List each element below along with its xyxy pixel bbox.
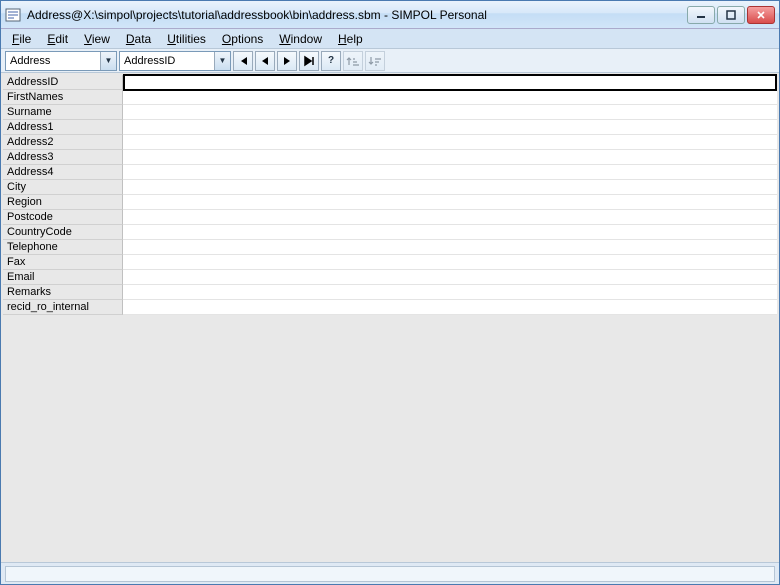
field-label: Address1 <box>3 120 123 135</box>
field-value[interactable] <box>123 105 777 120</box>
titlebar: Address@X:\simpol\projects\tutorial\addr… <box>1 1 779 29</box>
window-title: Address@X:\simpol\projects\tutorial\addr… <box>27 8 687 22</box>
record-row: Address2 <box>3 135 777 150</box>
record-row: Telephone <box>3 240 777 255</box>
field-value[interactable] <box>123 240 777 255</box>
record-row: Remarks <box>3 285 777 300</box>
record-grid: AddressIDFirstNamesSurnameAddress1Addres… <box>3 75 777 315</box>
question-icon: ? <box>328 55 334 66</box>
index-select[interactable]: AddressID ▼ <box>119 51 231 71</box>
table-select-value: Address <box>10 55 100 67</box>
record-row: Region <box>3 195 777 210</box>
field-label: recid_ro_internal <box>3 300 123 315</box>
field-value[interactable] <box>123 150 777 165</box>
menu-edit[interactable]: Edit <box>40 31 75 47</box>
app-icon <box>5 7 21 23</box>
field-label: Remarks <box>3 285 123 300</box>
menu-view[interactable]: View <box>77 31 117 47</box>
record-row: Address3 <box>3 150 777 165</box>
field-value[interactable] <box>123 255 777 270</box>
sort-asc-button[interactable] <box>343 51 363 71</box>
close-button[interactable] <box>747 6 775 24</box>
table-select[interactable]: Address ▼ <box>5 51 117 71</box>
field-label: FirstNames <box>3 90 123 105</box>
field-label: Email <box>3 270 123 285</box>
first-record-button[interactable] <box>233 51 253 71</box>
field-value[interactable] <box>123 135 777 150</box>
last-record-button[interactable] <box>299 51 319 71</box>
field-label: Telephone <box>3 240 123 255</box>
record-row: Fax <box>3 255 777 270</box>
field-value[interactable] <box>123 90 777 105</box>
chevron-down-icon: ▼ <box>214 52 230 70</box>
record-row: CountryCode <box>3 225 777 240</box>
field-value[interactable] <box>123 195 777 210</box>
field-value[interactable] <box>123 74 777 91</box>
field-label: Address3 <box>3 150 123 165</box>
field-label: Address4 <box>3 165 123 180</box>
toolbar: Address ▼ AddressID ▼ ? <box>1 49 779 73</box>
statusbar <box>1 562 779 584</box>
field-value[interactable] <box>123 165 777 180</box>
index-select-value: AddressID <box>124 55 214 67</box>
field-label: CountryCode <box>3 225 123 240</box>
field-label: Postcode <box>3 210 123 225</box>
field-value[interactable] <box>123 120 777 135</box>
field-label: Fax <box>3 255 123 270</box>
menu-data[interactable]: Data <box>119 31 158 47</box>
record-row: FirstNames <box>3 90 777 105</box>
status-text <box>5 566 775 582</box>
empty-area <box>3 315 777 560</box>
field-value[interactable] <box>123 180 777 195</box>
maximize-button[interactable] <box>717 6 745 24</box>
field-label: City <box>3 180 123 195</box>
record-row: Address4 <box>3 165 777 180</box>
record-row: Address1 <box>3 120 777 135</box>
field-label: Region <box>3 195 123 210</box>
menubar: File Edit View Data Utilities Options Wi… <box>1 29 779 49</box>
record-row: City <box>3 180 777 195</box>
window-controls <box>687 6 775 24</box>
record-row: Email <box>3 270 777 285</box>
menu-file[interactable]: File <box>5 31 38 47</box>
menu-help[interactable]: Help <box>331 31 370 47</box>
sort-desc-button[interactable] <box>365 51 385 71</box>
menu-utilities[interactable]: Utilities <box>160 31 213 47</box>
field-label: Address2 <box>3 135 123 150</box>
record-row: Postcode <box>3 210 777 225</box>
record-row: Surname <box>3 105 777 120</box>
field-label: Surname <box>3 105 123 120</box>
field-value[interactable] <box>123 225 777 240</box>
field-value[interactable] <box>123 270 777 285</box>
menu-window[interactable]: Window <box>272 31 329 47</box>
record-row: recid_ro_internal <box>3 300 777 315</box>
field-value[interactable] <box>123 285 777 300</box>
field-label: AddressID <box>3 75 123 90</box>
help-button[interactable]: ? <box>321 51 341 71</box>
minimize-button[interactable] <box>687 6 715 24</box>
field-value[interactable] <box>123 210 777 225</box>
field-value[interactable] <box>123 300 777 315</box>
record-row: AddressID <box>3 75 777 90</box>
prev-record-button[interactable] <box>255 51 275 71</box>
menu-options[interactable]: Options <box>215 31 270 47</box>
chevron-down-icon: ▼ <box>100 52 116 70</box>
next-record-button[interactable] <box>277 51 297 71</box>
record-view: AddressIDFirstNamesSurnameAddress1Addres… <box>1 73 779 562</box>
